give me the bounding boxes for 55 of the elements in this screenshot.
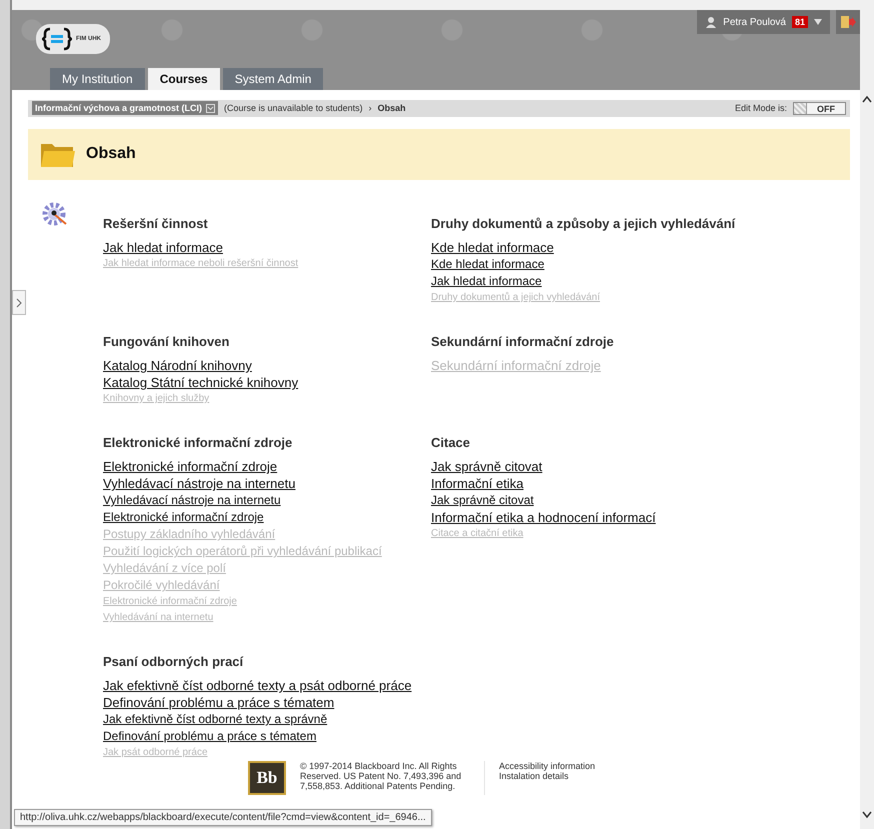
nav-tab[interactable]: System Admin <box>222 68 324 90</box>
braces-logo-icon <box>42 27 72 51</box>
notification-count: 81 <box>792 16 808 28</box>
section-heading: Rešeršní činnost <box>103 216 208 231</box>
content-link[interactable]: Definování problému a práce s tématem <box>103 728 316 745</box>
section-heading: Citace <box>431 435 470 450</box>
chevron-up-icon[interactable] <box>862 95 872 103</box>
content-link[interactable]: Definování problému a práce s tématem <box>103 694 334 711</box>
user-name: Petra Poulová <box>723 16 786 28</box>
user-menu[interactable]: Petra Poulová 81 <box>697 10 830 34</box>
section-heading: Sekundární informační zdroje <box>431 334 614 349</box>
section-heading: Psaní odborných prací <box>103 654 244 669</box>
edit-mode-toggle[interactable]: OFF <box>793 102 846 115</box>
edit-mode-label: Edit Mode is: <box>734 103 787 114</box>
content-link[interactable]: Kde hledat informace <box>431 239 554 256</box>
content-link[interactable]: Vyhledávací nástroje na internetu <box>103 475 296 492</box>
logout-button[interactable] <box>836 10 860 34</box>
breadcrumb-separator: › <box>368 103 372 114</box>
footer-link[interactable]: Instalation details <box>499 771 596 781</box>
content-link[interactable]: Informační etika <box>431 475 524 492</box>
content-link[interactable]: Jak hledat informace <box>431 273 542 290</box>
blackboard-logo: Bb <box>248 761 286 795</box>
chevron-down-icon <box>206 104 216 113</box>
user-icon <box>705 16 718 28</box>
breadcrumb-current: Obsah <box>378 103 406 114</box>
scrollbar[interactable] <box>860 0 874 829</box>
content-link[interactable]: Elektronické informační zdroje <box>103 458 278 475</box>
caret-icon <box>814 19 822 25</box>
menu-expand-button[interactable] <box>12 290 26 315</box>
content-link[interactable]: Jak hledat informace <box>103 239 223 256</box>
content-link[interactable]: Jak efektivně číst odborné texty a psát odborné práce <box>103 677 412 694</box>
course-status: (Course is unavailable to students) <box>224 103 363 114</box>
page-title: Obsah <box>86 145 136 164</box>
gear-icon[interactable] <box>42 202 68 228</box>
content-link[interactable]: Katalog Státní technické knihovny <box>103 374 298 391</box>
content-link[interactable]: Elektronické informační zdroje <box>103 509 264 526</box>
nav-tab[interactable]: My Institution <box>50 68 145 90</box>
content-link[interactable]: Informační etika a hodnocení informací <box>431 509 656 526</box>
course-menu-button[interactable]: Informační výchova a gramotnost (LCI) <box>32 101 218 116</box>
chevron-down-icon[interactable] <box>862 811 872 819</box>
status-url-tooltip: http://oliva.uhk.cz/webapps/blackboard/execute/content/file?cmd=view&content_id=_6946... <box>14 809 432 826</box>
footer-link[interactable]: Accessibility information <box>499 761 596 771</box>
content-link[interactable]: Jak efektivně číst odborné texty a správně <box>103 711 328 728</box>
content-link[interactable]: Kde hledat informace <box>431 256 544 273</box>
copyright-text: © 1997-2014 Blackboard Inc. All Rights Reserved. US Patent No. 7,493,396 and 7,558,853. Additional Patents Pending. <box>300 761 485 795</box>
door-icon <box>840 15 856 29</box>
section-heading: Elektronické informační zdroje <box>103 435 292 450</box>
section-heading: Fungování knihoven <box>103 334 230 349</box>
chevron-right-icon <box>16 298 22 308</box>
content-link[interactable]: Katalog Národní knihovny <box>103 357 252 374</box>
content-link[interactable]: Jak správně citovat <box>431 492 534 509</box>
section-heading: Druhy dokumentů a způsoby a jejich vyhledávání <box>431 216 736 231</box>
content-link[interactable]: Vyhledávací nástroje na internetu <box>103 492 281 509</box>
nav-tab[interactable]: Courses <box>148 68 220 90</box>
content-link[interactable]: Jak správně citovat <box>431 458 542 475</box>
